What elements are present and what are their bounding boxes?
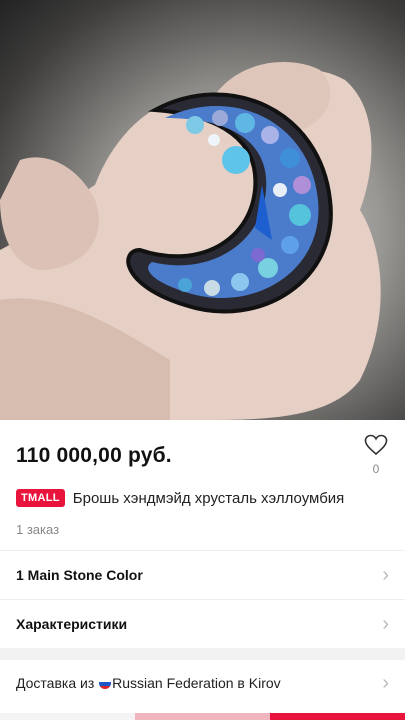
bottom-bar-segment — [0, 713, 135, 720]
section-gap — [0, 648, 405, 660]
delivery-prefix: Доставка из — [16, 675, 99, 691]
color-option-label: 1 Main Stone Color — [16, 567, 143, 583]
bottom-bar-segment — [270, 713, 405, 720]
favorite-count: 0 — [372, 462, 380, 476]
russia-flag-icon — [99, 677, 112, 689]
delivery-row[interactable]: Доставка из Russian Federation в Kirov › — [0, 660, 405, 706]
heart-outline-icon — [364, 434, 388, 456]
specifications-label: Характеристики — [16, 616, 128, 632]
favorite-button[interactable]: 0 — [361, 434, 391, 476]
bottom-action-bar[interactable] — [0, 713, 405, 720]
bottom-bar-segment — [135, 713, 270, 720]
product-title-row: TMALL Брошь хэндмэйд хрусталь хэллоумбия — [16, 489, 393, 507]
chevron-right-icon: › — [382, 612, 389, 635]
delivery-destination: Russian Federation в Kirov — [112, 675, 281, 691]
product-photo[interactable] — [0, 0, 405, 420]
chevron-right-icon: › — [382, 671, 389, 694]
chevron-right-icon: › — [382, 563, 389, 586]
brooch-photo-illustration — [0, 62, 381, 420]
product-price: 110 000,00 руб. — [16, 444, 172, 467]
orders-count: 1 заказ — [16, 522, 60, 537]
product-title: Брошь хэндмэйд хрусталь хэллоумбия — [72, 489, 345, 507]
color-option-row[interactable]: 1 Main Stone Color › — [0, 551, 405, 599]
delivery-label: Доставка из Russian Federation в Kirov — [16, 675, 382, 691]
tmall-badge: TMALL — [16, 489, 65, 507]
specifications-row[interactable]: Характеристики › — [0, 600, 405, 648]
